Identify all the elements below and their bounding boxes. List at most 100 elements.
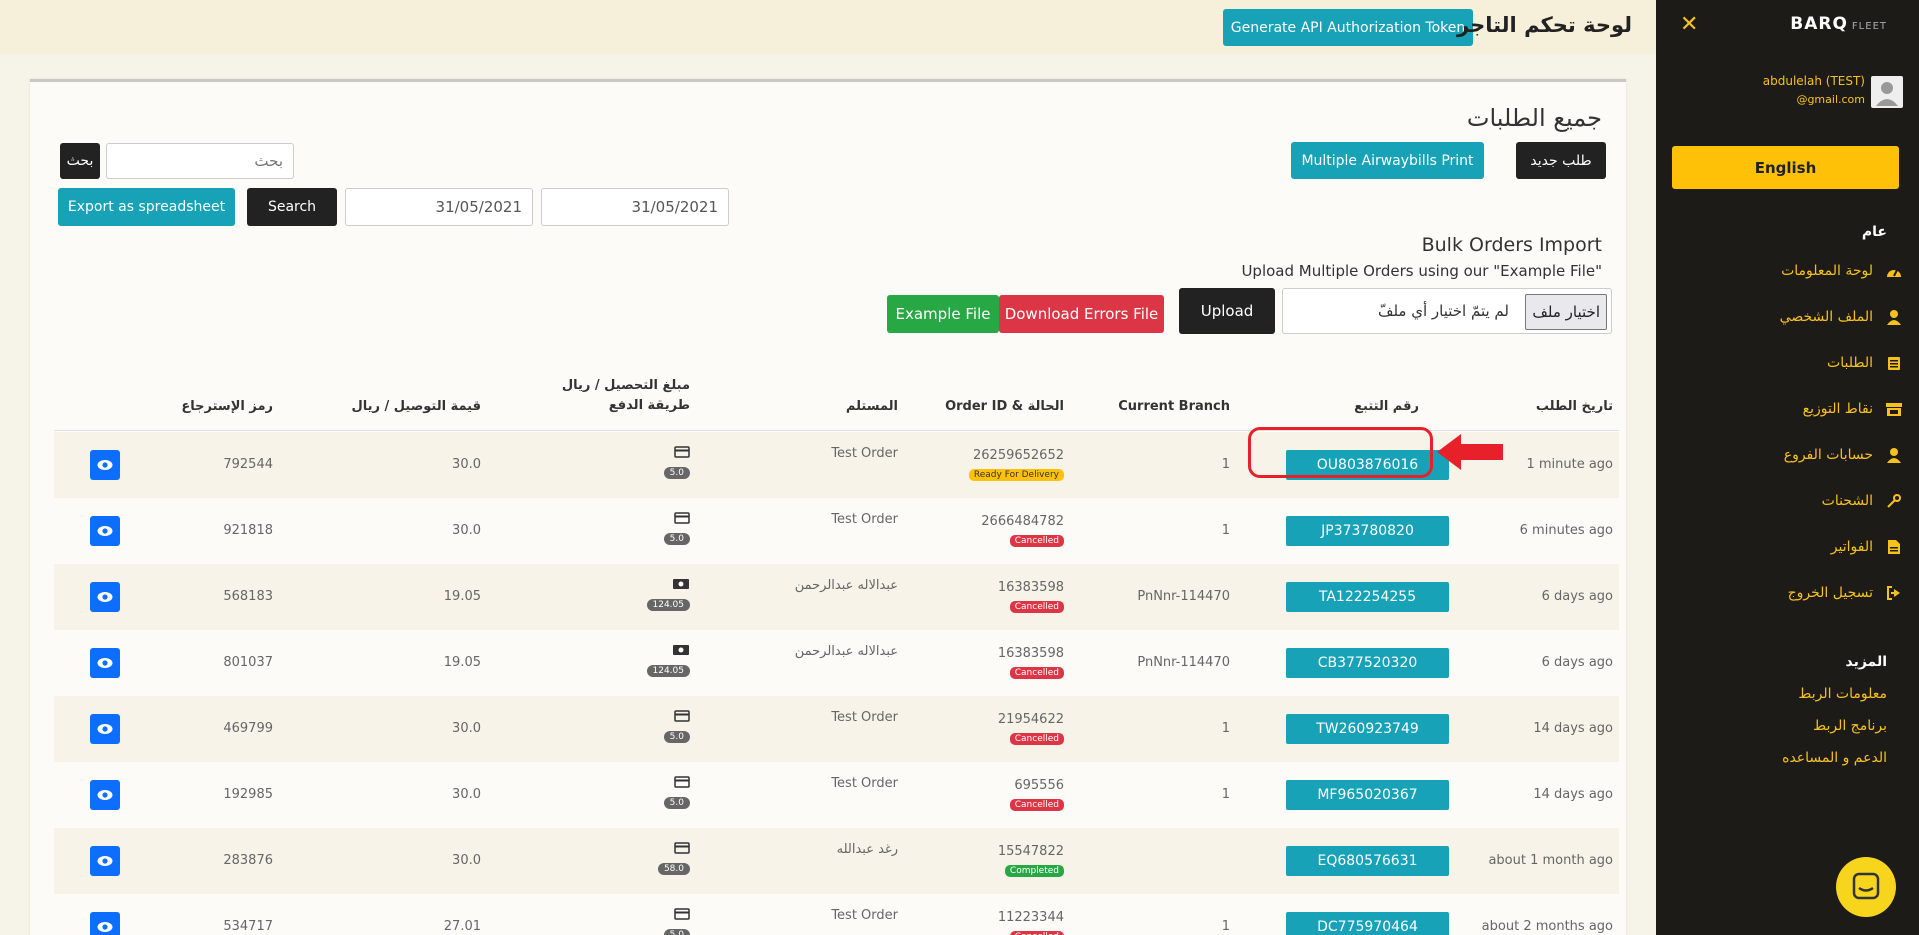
choose-file-button[interactable]: اختيار ملف (1525, 294, 1607, 330)
table-row: 6 minutes ago JP373780820 1 2666484782 Cance… (54, 498, 1619, 564)
tracking-number-button[interactable]: TA122254255 (1286, 582, 1449, 612)
sidebar-item-label: حسابات الفروع (1783, 447, 1873, 463)
date-to-input[interactable] (345, 188, 533, 226)
status-badge: Cancelled (1009, 667, 1064, 679)
delivery-value: 30.0 (452, 787, 481, 802)
card-icon (674, 842, 690, 857)
table-row: about 2 months ago DC775970464 1 11223344 Ca… (54, 894, 1619, 935)
user-icon (1885, 308, 1903, 326)
more-link[interactable]: معلومات الربط (1798, 686, 1887, 702)
view-order-button[interactable] (90, 846, 120, 876)
sidebar-item-label: لوحة المعلومات (1781, 263, 1873, 279)
delivery-value: 30.0 (452, 523, 481, 538)
export-spreadsheet-button[interactable]: Export as spreadsheet (58, 188, 235, 226)
order-date: 6 days ago (1541, 589, 1613, 604)
date-from-input[interactable] (541, 188, 729, 226)
header-tracking: رقم التتبع (1354, 399, 1419, 414)
sidebar-item[interactable]: تسجيل الخروج (1788, 584, 1903, 602)
eye-icon (97, 460, 113, 470)
status-badge: Cancelled (1009, 799, 1064, 811)
order-id: 16383598 (997, 580, 1064, 595)
close-icon[interactable]: ✕ (1680, 12, 1698, 37)
return-code: 469799 (223, 721, 273, 736)
more-section-title: المزيد (1845, 654, 1888, 670)
table-row: 6 days ago TA122254255 PnNnr-114470 1638359… (54, 564, 1619, 630)
new-order-button[interactable]: طلب جديد (1516, 142, 1606, 179)
status-badge: Ready For Delivery (968, 469, 1064, 481)
sidebar-item-label: الملف الشخصي (1779, 309, 1873, 325)
generate-api-token-button[interactable]: Generate API Authorization Token (1223, 9, 1473, 46)
return-code: 792544 (223, 457, 273, 472)
delivery-value: 19.05 (443, 655, 481, 670)
recipient: Test Order (831, 512, 898, 527)
eye-icon (97, 724, 113, 734)
delivery-value: 19.05 (443, 589, 481, 604)
sidebar-item[interactable]: نقاط التوزيع (1803, 400, 1903, 418)
collection-amount: 124.05 (646, 665, 690, 677)
order-id: 695556 (1014, 778, 1064, 793)
tracking-number-button[interactable]: TW260923749 (1286, 714, 1449, 744)
file-picker[interactable]: اختيار ملف لم يتمّ اختيار أي ملفّ (1282, 288, 1612, 334)
current-branch: 1 (1221, 787, 1230, 802)
chat-icon (1852, 872, 1880, 900)
search-input[interactable] (106, 143, 294, 179)
example-file-button[interactable]: Example File (887, 295, 999, 333)
chat-launcher[interactable] (1836, 857, 1896, 917)
view-order-button[interactable] (90, 450, 120, 480)
current-branch: 1 (1221, 919, 1230, 934)
order-date: 1 minute ago (1526, 457, 1613, 472)
current-branch: PnNnr-114470 (1137, 589, 1230, 604)
view-order-button[interactable] (90, 648, 120, 678)
store-icon (1885, 400, 1903, 418)
recipient: Test Order (831, 710, 898, 725)
sidebar-item[interactable]: الملف الشخصي (1780, 308, 1903, 326)
header-branch: Current Branch (1118, 399, 1230, 414)
card-icon (674, 512, 690, 527)
view-order-button[interactable] (90, 714, 120, 744)
sidebar-item[interactable]: الفواتير (1831, 538, 1903, 556)
view-order-button[interactable] (90, 516, 120, 546)
more-link[interactable]: برنامج الربط (1813, 718, 1887, 734)
search-button[interactable]: Search (247, 188, 337, 226)
tracking-number-button[interactable]: CB377520320 (1286, 648, 1449, 678)
red-arrow-icon (1437, 434, 1503, 470)
orders-icon (1885, 354, 1903, 372)
sidebar-item-label: الفواتير (1830, 539, 1873, 555)
tracking-number-button[interactable]: MF965020367 (1286, 780, 1449, 810)
multiple-airwaybills-print-button[interactable]: Multiple Airwaybills Print (1291, 142, 1484, 179)
view-order-button[interactable] (90, 582, 120, 612)
card-icon (674, 710, 690, 725)
current-branch: 1 (1221, 457, 1230, 472)
tracking-number-button[interactable]: DC775970464 (1286, 912, 1449, 935)
order-id: 21954622 (997, 712, 1064, 727)
download-errors-button[interactable]: Download Errors File (999, 295, 1164, 333)
tracking-number-button[interactable]: EQ680576631 (1286, 846, 1449, 876)
header-order-status: Order ID & الحالة (945, 399, 1064, 414)
return-code: 534717 (223, 919, 273, 934)
current-branch: 1 (1221, 721, 1230, 736)
view-order-button[interactable] (90, 780, 120, 810)
eye-icon (97, 790, 113, 800)
page-header-title: لوحة تحكم التاجر (1457, 13, 1632, 37)
order-id: 15547822 (997, 844, 1064, 859)
order-date: 14 days ago (1533, 721, 1613, 736)
view-order-button[interactable] (90, 912, 120, 935)
return-code: 192985 (223, 787, 273, 802)
sidebar-item[interactable]: لوحة المعلومات (1781, 262, 1903, 280)
return-code: 283876 (223, 853, 273, 868)
collection-amount: 124.05 (646, 599, 690, 611)
sidebar-item[interactable]: الشحنات (1822, 492, 1903, 510)
sidebar-item[interactable]: حسابات الفروع (1784, 446, 1903, 464)
sidebar-item[interactable]: الطلبات (1827, 354, 1903, 372)
order-id: 11223344 (997, 910, 1064, 925)
tracking-number-button[interactable]: JP373780820 (1286, 516, 1449, 546)
header-return-code: رمز الإسترجاع (181, 399, 273, 414)
upload-button[interactable]: Upload (1179, 288, 1275, 334)
collection-amount: 5.0 (663, 929, 690, 935)
search-small-button[interactable]: بحث (60, 143, 100, 179)
recipient: عبدالاله عبدالرحمن (794, 644, 898, 659)
language-button[interactable]: English (1672, 146, 1899, 189)
more-link[interactable]: الدعم و المساعده (1782, 750, 1887, 766)
recipient: Test Order (831, 776, 898, 791)
avatar (1871, 76, 1903, 108)
